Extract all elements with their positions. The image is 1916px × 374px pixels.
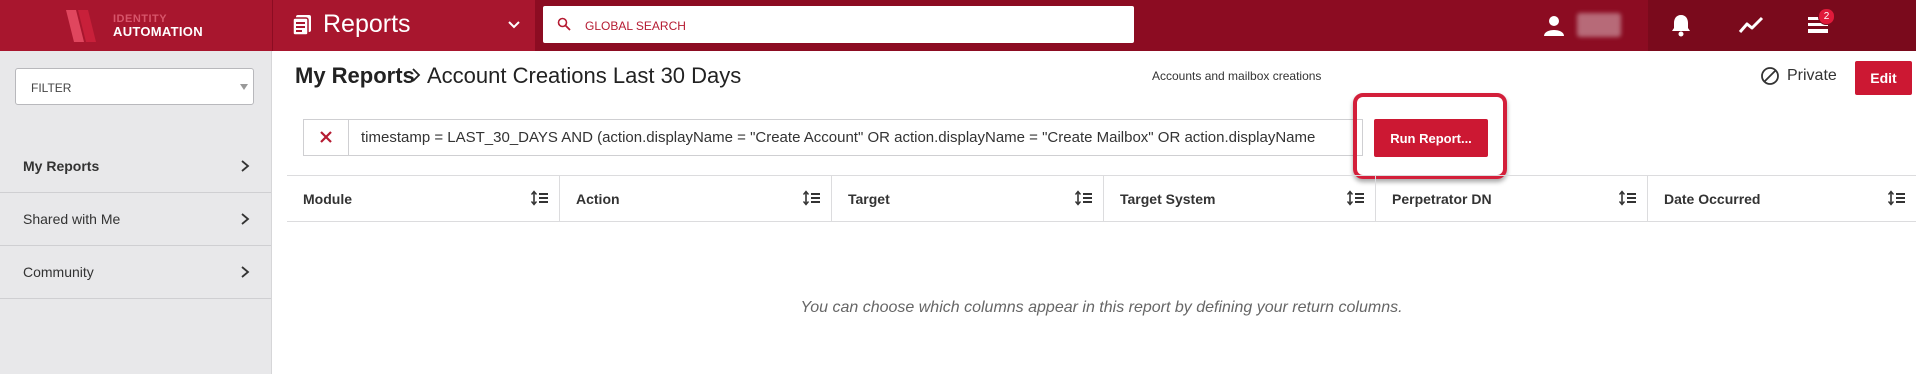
user-icon[interactable] — [1542, 13, 1566, 37]
trending-icon[interactable] — [1738, 14, 1764, 36]
sidebar: FILTER My Reports Shared with Me Communi… — [0, 51, 272, 374]
sidebar-item-shared-with-me[interactable]: Shared with Me — [0, 193, 271, 246]
chevron-right-icon — [241, 160, 250, 172]
edit-button[interactable]: Edit — [1855, 61, 1912, 95]
column-header-perpetrator-dn[interactable]: Perpetrator DN — [1376, 176, 1648, 221]
sidebar-item-label: Community — [23, 264, 94, 280]
query-text[interactable]: timestamp = LAST_30_DAYS AND (action.dis… — [361, 129, 1341, 146]
breadcrumb-root[interactable]: My Reports — [295, 63, 415, 89]
column-label: Perpetrator DN — [1392, 191, 1492, 207]
column-label: Target — [848, 191, 890, 207]
close-icon — [320, 131, 332, 143]
sidebar-item-my-reports[interactable]: My Reports — [0, 140, 271, 193]
sidebar-item-label: My Reports — [23, 158, 100, 174]
brand-logo[interactable]: IDENTITY AUTOMATION — [0, 0, 272, 51]
user-name-redacted[interactable] — [1577, 13, 1621, 37]
private-label[interactable]: Private — [1787, 67, 1837, 85]
column-header-action[interactable]: Action — [560, 176, 832, 221]
query-bar[interactable]: timestamp = LAST_30_DAYS AND (action.dis… — [303, 119, 1363, 156]
column-header-target-system[interactable]: Target System — [1104, 176, 1376, 221]
caret-down-icon — [240, 84, 248, 90]
app-switcher[interactable]: Reports — [272, 0, 535, 51]
sort-icon[interactable] — [803, 190, 821, 206]
sort-icon[interactable] — [1619, 190, 1637, 206]
search-input[interactable] — [583, 6, 1127, 45]
breadcrumb-root-label: My Reports — [295, 63, 415, 88]
sort-icon[interactable] — [531, 190, 549, 206]
clear-query-button[interactable] — [304, 120, 349, 155]
column-header-target[interactable]: Target — [832, 176, 1104, 221]
chevron-right-icon — [241, 213, 250, 225]
global-search[interactable] — [543, 6, 1134, 45]
filter-label: FILTER — [31, 81, 72, 95]
column-label: Target System — [1120, 191, 1216, 207]
search-icon — [557, 17, 571, 31]
chevron-right-icon — [412, 68, 421, 82]
app-title: Reports — [323, 10, 411, 38]
private-icon[interactable] — [1760, 66, 1780, 86]
table-header: Module Action Target Target System Perpe… — [287, 175, 1916, 222]
run-report-button[interactable]: Run Report... — [1374, 119, 1488, 157]
column-label: Date Occurred — [1664, 191, 1761, 207]
bell-icon[interactable] — [1668, 12, 1694, 38]
identity-automation-logo-icon — [66, 10, 96, 42]
tasks-badge: 2 — [1818, 8, 1835, 25]
sort-icon[interactable] — [1075, 190, 1093, 206]
column-header-date-occurred[interactable]: Date Occurred — [1648, 176, 1916, 221]
sort-icon[interactable] — [1347, 190, 1365, 206]
column-header-module[interactable]: Module — [287, 176, 560, 221]
chevron-right-icon — [241, 266, 250, 278]
column-label: Action — [576, 191, 620, 207]
empty-state-message: You can choose which columns appear in t… — [800, 299, 1403, 316]
reports-icon — [292, 15, 311, 36]
column-label: Module — [303, 191, 352, 207]
sort-icon[interactable] — [1888, 190, 1906, 206]
brand-line2: AUTOMATION — [113, 24, 203, 39]
report-description: Accounts and mailbox creations — [1152, 69, 1322, 83]
filter-select[interactable]: FILTER — [15, 68, 254, 105]
sidebar-item-community[interactable]: Community — [0, 246, 271, 299]
page-title: Account Creations Last 30 Days — [427, 63, 742, 88]
sidebar-item-label: Shared with Me — [23, 211, 121, 227]
chevron-down-icon — [508, 21, 520, 29]
